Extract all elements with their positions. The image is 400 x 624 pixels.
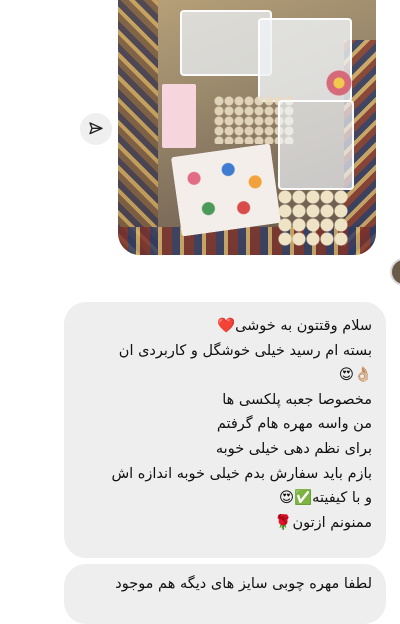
paper-plane-icon bbox=[89, 122, 103, 135]
message-line: لطفا مهره چوبی سایز های دیگه هم موجود bbox=[115, 576, 372, 592]
message-line: 👌🏼😍 bbox=[338, 367, 372, 384]
message-line: بسته ام رسید خیلی خوشگل و کاربردی ان bbox=[118, 342, 372, 359]
message-bubble[interactable]: سلام وقتتون به خوشی❤️ بسته ام رسید خیلی … bbox=[64, 302, 386, 558]
message-line: مخصوصا جعبه پلکسی ها bbox=[222, 391, 372, 408]
photo-rug-left bbox=[118, 0, 158, 255]
message-bubble[interactable]: لطفا مهره چوبی سایز های دیگه هم موجود bbox=[64, 564, 386, 624]
photo-plexi-box bbox=[278, 100, 354, 190]
photo-pink-card bbox=[162, 84, 196, 148]
avatar[interactable] bbox=[390, 258, 400, 286]
photo-flower bbox=[326, 70, 352, 96]
photo-sticker-sheet bbox=[170, 143, 282, 237]
message-line: سلام وقتتون به خوشی❤️ bbox=[217, 318, 372, 334]
message-line: بازم باید سفارش بدم خیلی خوبه اندازه اش bbox=[111, 465, 372, 482]
message-line: و با کیفیته✅😍 bbox=[279, 490, 372, 507]
photo-wooden-beads bbox=[278, 190, 348, 246]
message-line: برای نظم دهی خیلی خوبه bbox=[215, 440, 372, 457]
message-line: ممنونم ازتون🌹 bbox=[274, 514, 372, 531]
shared-photo[interactable] bbox=[118, 0, 376, 255]
message-line: من واسه مهره هام گرفتم bbox=[216, 416, 372, 433]
share-button[interactable] bbox=[80, 113, 112, 145]
